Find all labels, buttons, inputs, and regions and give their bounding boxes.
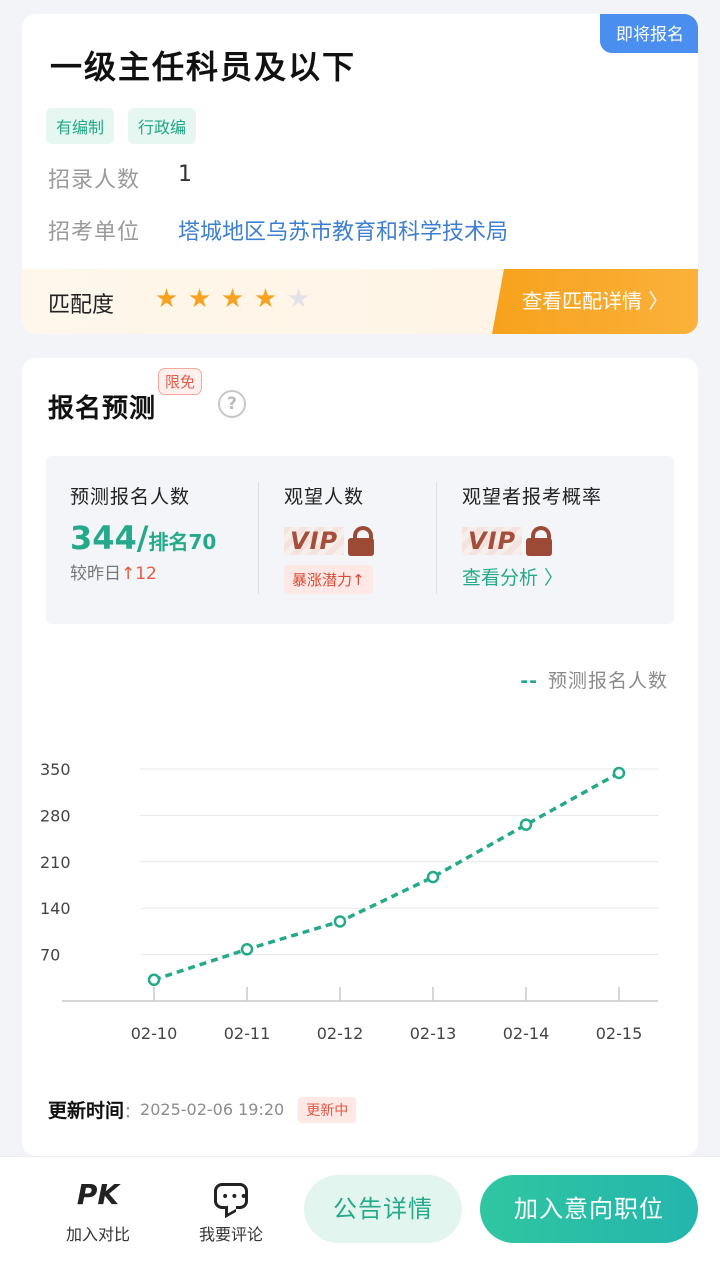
legend-label: 预测报名人数 <box>547 670 668 692</box>
data-point <box>426 870 440 884</box>
x-tick-label: 02-11 <box>224 1024 271 1043</box>
stat-predicted: 预测报名人数 344/排名70 较昨日↑12 <box>70 482 216 584</box>
comment-action[interactable]: ••• 我要评论 <box>176 1177 286 1245</box>
change-value: ↑12 <box>121 564 157 584</box>
divider <box>436 482 437 594</box>
star-icon: ★ <box>187 284 212 314</box>
forecast-card: 报名预测 限免 ? 预测报名人数 344/排名70 较昨日↑12 观望人数 VI… <box>22 358 698 1156</box>
comment-label: 我要评论 <box>198 1225 263 1244</box>
x-tick-label: 02-10 <box>131 1024 178 1043</box>
stat-predicted-value: 344/排名70 <box>70 519 216 557</box>
bottom-action-bar: PK 加入对比 ••• 我要评论 公告详情 加入意向职位 <box>0 1156 720 1264</box>
chart-legend: -- 预测报名人数 <box>520 666 668 693</box>
recruit-unit-label: 招考单位 <box>48 220 141 245</box>
forecast-title: 报名预测 <box>48 394 157 424</box>
x-tick-label: 02-14 <box>503 1024 550 1043</box>
job-tags: 有编制 行政编 <box>46 108 197 144</box>
notice-detail-button[interactable]: 公告详情 <box>304 1175 462 1243</box>
update-time: 2025-02-06 19:20 <box>140 1100 285 1119</box>
updating-badge: 更新中 <box>298 1096 357 1123</box>
stat-predicted-title: 预测报名人数 <box>70 486 191 508</box>
job-title: 一级主任科员及以下 <box>50 48 357 86</box>
divider <box>258 482 259 594</box>
y-tick-label: 280 <box>40 806 71 825</box>
x-tick-label: 02-13 <box>410 1024 457 1043</box>
stat-probability: 观望者报考概率 VIP 查看分析 〉 <box>462 482 602 590</box>
predicted-number: 344/ <box>70 519 149 557</box>
y-tick-label: 210 <box>40 853 71 872</box>
surge-badge: 暴涨潜力↑ <box>284 565 373 594</box>
update-label: 更新时间 <box>48 1100 125 1122</box>
tag-staffing: 有编制 <box>46 108 115 144</box>
data-point <box>240 943 254 956</box>
data-point <box>612 766 626 780</box>
recruit-count-label: 招录人数 <box>48 168 141 193</box>
match-rating: ★ ★ ★ ★ ★ <box>152 283 313 315</box>
match-label: 匹配度 <box>48 293 115 318</box>
star-icon: ★ <box>220 284 245 314</box>
x-tick-label: 02-12 <box>317 1024 364 1043</box>
y-tick-label: 70 <box>40 946 60 965</box>
comment-icon: ••• <box>214 1183 248 1209</box>
update-separator: ： <box>124 1101 141 1121</box>
tag-admin: 行政编 <box>128 108 197 144</box>
legend-dash: -- <box>520 670 538 692</box>
star-icon: ★ <box>253 284 278 314</box>
star-icon: ★ <box>286 284 311 314</box>
recruit-count-row: 招录人数 1 <box>48 162 192 194</box>
view-analysis-link[interactable]: 查看分析 〉 <box>462 563 602 590</box>
status-badge: 即将报名 <box>600 14 698 53</box>
match-detail-button[interactable]: 查看匹配详情 〉 <box>492 269 698 334</box>
stat-watchers: 观望人数 VIP 暴涨潜力↑ <box>284 482 375 594</box>
forecast-line-chart: 70 140 210 280 350 02-10 02-11 02-12 02-13 02-14 0… <box>40 760 658 1043</box>
stat-probability-title: 观望者报考概率 <box>462 486 603 508</box>
data-point <box>333 915 347 928</box>
lock-icon <box>348 526 375 556</box>
change-label: 较昨日 <box>70 564 121 584</box>
recruit-unit-row: 招考单位 塔城地区乌苏市教育和科学技术局 <box>48 214 508 246</box>
vip-label: VIP <box>284 527 345 555</box>
vip-label: VIP <box>462 527 523 555</box>
forecast-stats-panel: 预测报名人数 344/排名70 较昨日↑12 观望人数 VIP 暴涨潜力↑ 观望… <box>46 456 674 624</box>
x-tick-label: 02-15 <box>596 1024 643 1043</box>
lock-icon <box>526 526 553 556</box>
stat-predicted-change: 较昨日↑12 <box>70 559 216 584</box>
job-card: 即将报名 一级主任科员及以下 有编制 行政编 招录人数 1 招考单位 塔城地区乌… <box>22 14 698 334</box>
vip-lock[interactable]: VIP <box>284 523 375 559</box>
match-bar: 匹配度 ★ ★ ★ ★ ★ 查看匹配详情 〉 <box>22 269 698 334</box>
update-row: 更新时间 ： 2025-02-06 19:20 更新中 <box>48 1096 357 1123</box>
compare-label: 加入对比 <box>65 1225 130 1244</box>
recruit-count-value: 1 <box>178 162 192 187</box>
y-tick-label: 350 <box>40 760 71 779</box>
vip-lock[interactable]: VIP <box>462 523 602 559</box>
data-point <box>519 818 533 831</box>
data-point <box>147 973 161 987</box>
predicted-rank: 排名70 <box>148 530 217 554</box>
add-intended-position-button[interactable]: 加入意向职位 <box>480 1175 698 1243</box>
stat-watchers-title: 观望人数 <box>284 486 365 508</box>
compare-action[interactable]: PK 加入对比 <box>43 1177 153 1245</box>
series-line <box>153 771 620 982</box>
recruit-unit-link[interactable]: 塔城地区乌苏市教育和科学技术局 <box>178 214 508 246</box>
pk-icon: PK <box>76 1178 120 1211</box>
help-icon[interactable]: ? <box>218 390 246 418</box>
star-icon: ★ <box>154 284 179 314</box>
limited-free-badge: 限免 <box>158 368 203 395</box>
y-tick-label: 140 <box>40 899 71 918</box>
